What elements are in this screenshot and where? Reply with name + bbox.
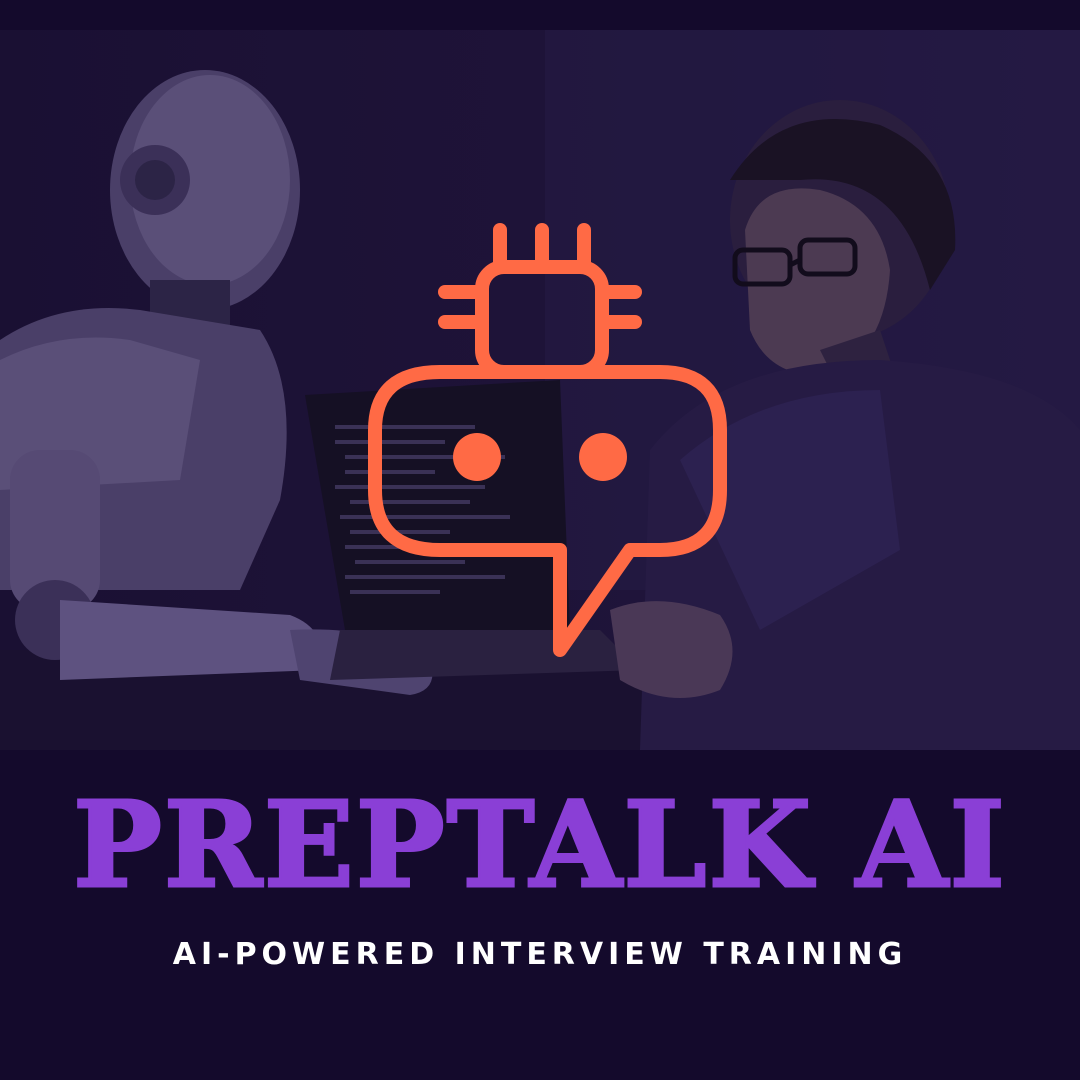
brand-subtitle: AI-POWERED INTERVIEW TRAINING [172, 937, 908, 972]
poster: PREPTALK AI AI-POWERED INTERVIEW TRAININ… [0, 0, 1080, 1080]
interview-scene [0, 30, 1080, 750]
brand-title: PREPTALK AI [72, 775, 1007, 914]
hero-photo [0, 30, 1080, 750]
